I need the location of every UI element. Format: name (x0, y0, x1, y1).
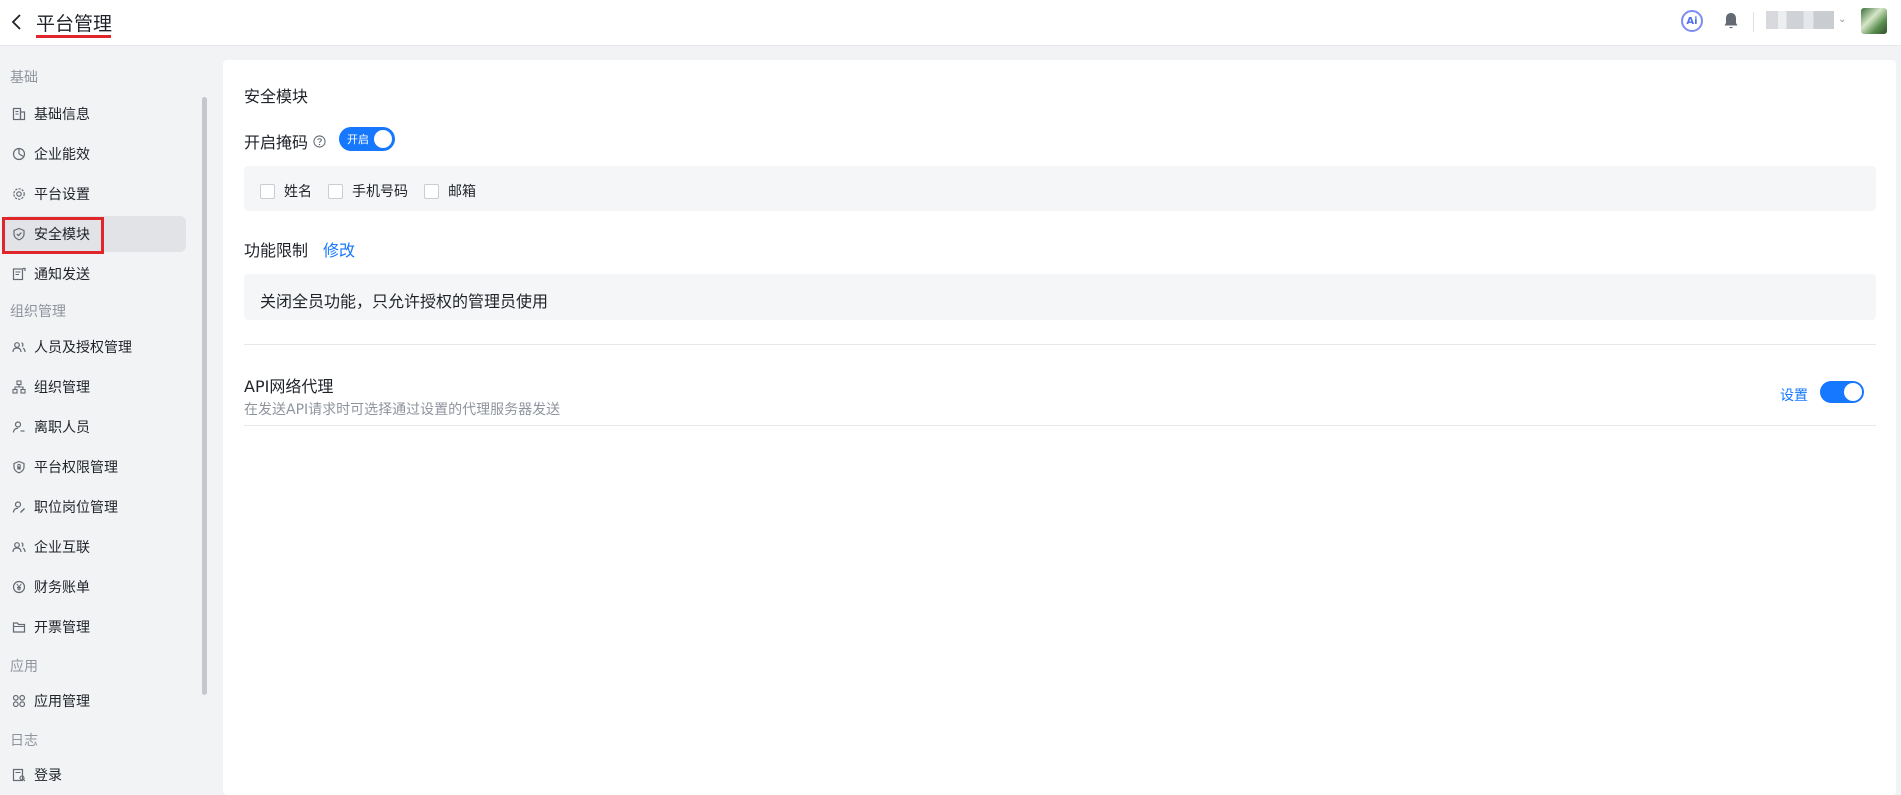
chevron-down-icon[interactable]: ⌄ (1838, 14, 1846, 25)
back-arrow-icon[interactable] (10, 12, 26, 34)
api-proxy-description: 在发送API请求时可选择通过设置的代理服务器发送 (244, 402, 561, 418)
func-limit-label: 功能限制 (244, 241, 309, 260)
page-title: 平台管理 (36, 13, 113, 35)
checkbox-label: 邮箱 (448, 184, 476, 200)
chart-pie-icon (11, 146, 27, 162)
mask-option-name[interactable]: 姓名 (260, 181, 312, 201)
checkbox-label: 手机号码 (352, 184, 408, 200)
folder-icon (11, 619, 27, 635)
org-tree-icon (11, 379, 27, 395)
notice-icon (11, 266, 27, 282)
user-name-blurred[interactable] (1766, 11, 1834, 29)
checkbox[interactable] (424, 183, 439, 199)
sidebar-group-org: 组织管理 (10, 304, 66, 320)
sidebar-item-label: 财务账单 (34, 580, 90, 596)
sidebar-item-efficiency[interactable]: 企业能效 (4, 136, 186, 172)
sidebar-item-label: 应用管理 (34, 694, 90, 710)
login-log-icon (11, 767, 27, 783)
sidebar-group-logs: 日志 (10, 733, 38, 749)
sidebar-item-resigned[interactable]: 离职人员 (4, 409, 186, 445)
sidebar-scrollbar[interactable] (202, 97, 207, 695)
sidebar-item-notification[interactable]: 通知发送 (4, 256, 186, 292)
mask-option-email[interactable]: 邮箱 (424, 181, 476, 201)
users-link-icon (11, 539, 27, 555)
sidebar-item-enterprise-link[interactable]: 企业互联 (4, 529, 186, 565)
sidebar-item-login-log[interactable]: 登录 (4, 757, 186, 793)
security-highlight-box (2, 217, 104, 254)
toggle-knob (374, 130, 392, 148)
api-proxy-settings-link[interactable]: 设置 (1780, 385, 1808, 405)
sidebar-item-label: 基础信息 (34, 107, 90, 123)
mask-toggle[interactable]: 开启 (339, 127, 395, 151)
building-icon (11, 106, 27, 122)
sidebar-item-label: 登录 (34, 768, 62, 784)
sidebar-item-label: 企业能效 (34, 147, 90, 163)
sidebar-item-label: 组织管理 (34, 380, 90, 396)
bell-icon[interactable] (1720, 10, 1742, 32)
sidebar-item-invoice[interactable]: 开票管理 (4, 609, 186, 645)
sidebar-item-label: 开票管理 (34, 620, 90, 636)
api-proxy-toggle[interactable] (1820, 381, 1864, 403)
section-divider (244, 425, 1876, 426)
mask-options-panel: 姓名 手机号码 邮箱 (244, 166, 1876, 211)
yen-icon (11, 579, 27, 595)
security-module-card: 安全模块 开启掩码 开启 姓名 手机号码 邮箱 功能限制 修改 关闭全员功能，只… (223, 60, 1896, 795)
sidebar-item-basic-info[interactable]: 基础信息 (4, 96, 186, 132)
help-circle-icon[interactable] (313, 133, 328, 148)
user-edit-icon (11, 499, 27, 515)
sidebar-item-label: 通知发送 (34, 267, 90, 283)
shield-lock-icon (11, 459, 27, 475)
apps-grid-icon (11, 693, 27, 709)
checkbox[interactable] (328, 183, 343, 199)
checkbox[interactable] (260, 183, 275, 199)
sidebar-item-label: 离职人员 (34, 420, 90, 436)
avatar[interactable] (1861, 8, 1887, 34)
user-leave-icon (11, 419, 27, 435)
mask-option-phone[interactable]: 手机号码 (328, 181, 408, 201)
api-proxy-title: API网络代理 (244, 377, 334, 396)
func-limit-description: 关闭全员功能，只允许授权的管理员使用 (260, 292, 549, 311)
toggle-knob (1844, 383, 1862, 401)
func-limit-edit-link[interactable]: 修改 (323, 237, 355, 261)
sidebar-item-finance[interactable]: 财务账单 (4, 569, 186, 605)
mask-label: 开启掩码 (244, 133, 309, 152)
section-divider (244, 344, 1876, 345)
header-separator (1753, 12, 1754, 32)
users-icon (11, 339, 27, 355)
func-limit-panel: 关闭全员功能，只允许授权的管理员使用 (244, 274, 1876, 320)
sidebar-item-label: 职位岗位管理 (34, 500, 118, 516)
ai-label: Ai (1686, 15, 1698, 27)
checkbox-label: 姓名 (284, 184, 312, 200)
sidebar-item-platform-settings[interactable]: 平台设置 (4, 176, 186, 212)
sidebar-item-app-manage[interactable]: 应用管理 (4, 683, 186, 719)
sidebar-item-positions[interactable]: 职位岗位管理 (4, 489, 186, 525)
sidebar-group-basic: 基础 (10, 70, 38, 86)
sidebar-item-permissions[interactable]: 平台权限管理 (4, 449, 186, 485)
sidebar-item-label: 人员及授权管理 (34, 340, 132, 356)
gear-icon (11, 186, 27, 202)
ai-assistant-icon[interactable]: Ai (1681, 10, 1703, 32)
sidebar-item-label: 企业互联 (34, 540, 90, 556)
card-title: 安全模块 (244, 87, 309, 106)
sidebar-group-apps: 应用 (10, 659, 38, 675)
sidebar-item-org-manage[interactable]: 组织管理 (4, 369, 186, 405)
sidebar-item-people-auth[interactable]: 人员及授权管理 (4, 329, 186, 365)
mask-toggle-text: 开启 (347, 133, 369, 146)
sidebar-item-label: 平台设置 (34, 187, 90, 203)
sidebar-item-label: 平台权限管理 (34, 460, 118, 476)
title-highlight-underline (36, 35, 111, 38)
top-bar: 平台管理 Ai ⌄ (0, 0, 1901, 46)
